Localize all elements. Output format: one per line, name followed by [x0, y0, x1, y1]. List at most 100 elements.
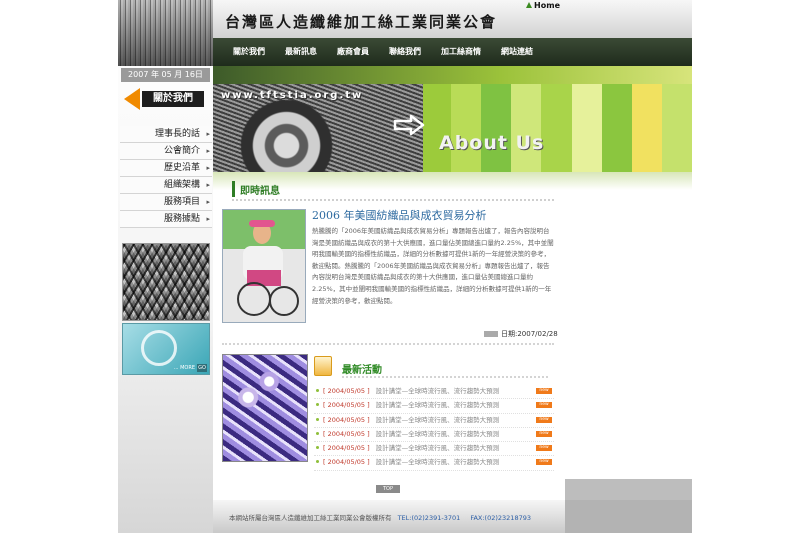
home-link-label: Home: [534, 1, 560, 10]
more-chip-icon[interactable]: [484, 331, 498, 337]
left-column: 2007 年 05 月 16日 關於我們 理事長的話 ▸ 公會簡介 ▸ 歷史沿革 ▸ …: [118, 0, 213, 533]
banner-title: About Us: [439, 132, 545, 154]
sidebar-item-label: 理事長的話: [154, 129, 200, 139]
bullet-icon: [316, 403, 319, 407]
banner-stripe: [451, 84, 482, 172]
banner-url: www.tftstia.org.tw: [221, 90, 364, 101]
footer-fax: FAX:(02)23218793: [470, 514, 531, 522]
home-link[interactable]: Home: [526, 1, 560, 10]
site-title: 台灣區人造纖維加工絲工業同業公會: [225, 13, 498, 31]
footer-shadow: [565, 500, 692, 533]
banner-stripe: [421, 84, 452, 172]
nav-links[interactable]: 網站連結: [491, 38, 543, 66]
fiber-tubes-photo: [222, 354, 308, 462]
events-section-header: 最新活動: [314, 354, 554, 380]
sidebar-item-label: 服務據點: [163, 214, 200, 224]
event-title[interactable]: 設計講堂—全球時流行風、流行趨勢大預測: [376, 430, 500, 438]
bullet-icon: [316, 446, 319, 450]
event-date: [ 2004/05/05 ]: [323, 429, 370, 438]
list-item[interactable]: [ 2004/05/05 ] 設計講堂—全球時流行風、流行趨勢大預測 new: [314, 385, 554, 400]
sidebar-item-label: 公會簡介: [163, 146, 200, 156]
sidebar-menu: 理事長的話 ▸ 公會簡介 ▸ 歷史沿革 ▸ 組織架構 ▸ 服務項目 ▸ 服務據點 ▸: [120, 126, 212, 228]
list-item[interactable]: [ 2004/05/05 ] 設計講堂—全球時流行風、流行趨勢大預測 new: [314, 442, 554, 457]
banner-stripe: [541, 84, 572, 172]
new-badge: new: [536, 430, 552, 437]
footer-tel: TEL:(02)2391-3701: [397, 514, 461, 522]
list-item[interactable]: [ 2004/05/05 ] 設計講堂—全球時流行風、流行趨勢大預測 new: [314, 428, 554, 443]
loom-photo: [118, 0, 213, 66]
pen-icon: [141, 330, 177, 366]
article-body: 熱騰騰的「2006年美國紡織品與成衣貿易分析」專題報告出爐了，報告內容說明台灣是…: [312, 227, 554, 305]
new-badge: new: [536, 402, 552, 409]
about-us-badge: 關於我們: [122, 86, 208, 112]
event-title[interactable]: 設計講堂—全球時流行風、流行趨勢大預測: [376, 444, 500, 452]
chevron-right-icon: ▸: [206, 215, 210, 223]
sidebar-item-locations[interactable]: 服務據點 ▸: [120, 211, 212, 228]
news-section-title: 即時訊息: [240, 186, 280, 197]
banner-stripes: [421, 84, 692, 172]
chevron-right-icon: ▸: [206, 164, 210, 172]
site-header: 台灣區人造纖維加工絲工業同業公會 Home: [213, 0, 692, 38]
new-badge: new: [536, 445, 552, 452]
banner-stripe: [481, 84, 512, 172]
main-nav: 關於我們 最新訊息 廠商會員 聯絡我們 加工絲商情 網站連結: [213, 38, 692, 66]
cyclist-photo: [222, 209, 306, 323]
bullet-icon: [316, 431, 319, 435]
banner-stripe: [511, 84, 542, 172]
nav-members[interactable]: 廠商會員: [327, 38, 379, 66]
article-title[interactable]: 2006 年美國紡織品與成衣貿易分析: [312, 207, 487, 223]
event-date: [ 2004/05/05 ]: [323, 458, 370, 467]
promo-more-text: ... MORE: [173, 365, 195, 371]
sidebar-item-services[interactable]: 服務項目 ▸: [120, 194, 212, 211]
list-item[interactable]: [ 2004/05/05 ] 設計講堂—全球時流行風、流行趨勢大預測 new: [314, 456, 554, 471]
sidebar-item-label: 服務項目: [163, 197, 200, 207]
event-date: [ 2004/05/05 ]: [323, 401, 370, 410]
banner-stripe: [601, 84, 632, 172]
footer-text: 本網站所屬台灣區人造纖維加工絲工業同業公會版權所有 TEL:(02)2391-3…: [229, 512, 531, 522]
event-date: [ 2004/05/05 ]: [323, 387, 370, 395]
new-badge: new: [536, 416, 552, 423]
article-date-label: 日期:2007/02/28: [501, 330, 558, 338]
about-us-banner: www.tftstia.org.tw About Us: [213, 84, 692, 172]
sidebar-item-organization[interactable]: 組織架構 ▸: [120, 177, 212, 194]
event-date: [ 2004/05/05 ]: [323, 415, 370, 424]
chevron-right-icon: ▸: [206, 198, 210, 206]
nav-market-info[interactable]: 加工絲商情: [431, 38, 491, 66]
banner-stripe: [661, 84, 692, 172]
bullet-icon: [316, 460, 319, 464]
nav-latest-news[interactable]: 最新訊息: [275, 38, 327, 66]
footer-shadow: [565, 479, 692, 500]
list-item[interactable]: [ 2004/05/05 ] 設計講堂—全球時流行風、流行趨勢大預測 new: [314, 414, 554, 428]
section-divider: [342, 376, 548, 378]
chevron-right-icon: ▸: [206, 130, 210, 138]
nav-contact-us[interactable]: 聯絡我們: [379, 38, 431, 66]
nav-about-us[interactable]: 關於我們: [223, 38, 275, 66]
page-frame: 2007 年 05 月 16日 關於我們 理事長的話 ▸ 公會簡介 ▸ 歷史沿革 ▸ …: [118, 0, 692, 533]
list-item[interactable]: [ 2004/05/05 ] 設計講堂—全球時流行風、流行趨勢大預測 new: [314, 399, 554, 414]
sidebar-item-intro[interactable]: 公會簡介 ▸: [120, 143, 212, 160]
promo-banner[interactable]: ... MORE GO: [122, 323, 210, 375]
notepad-icon: [314, 356, 332, 376]
article-date: 日期:2007/02/28: [484, 329, 558, 339]
arrow-right-icon: [393, 114, 425, 136]
banner-stripe: [631, 84, 662, 172]
events-section-title: 最新活動: [342, 365, 382, 376]
event-title[interactable]: 設計講堂—全球時流行風、流行趨勢大預測: [376, 416, 500, 424]
new-badge: new: [536, 459, 552, 466]
footer-copyright: 本網站所屬台灣區人造纖維加工絲工業同業公會版權所有: [229, 514, 392, 522]
event-title[interactable]: 設計講堂—全球時流行風、流行趨勢大預測: [376, 458, 500, 466]
chevron-right-icon: ▸: [206, 147, 210, 155]
event-date: [ 2004/05/05 ]: [323, 444, 370, 453]
banner-stripe: [571, 84, 602, 172]
promo-go-button[interactable]: GO: [197, 364, 207, 372]
back-to-top-button[interactable]: TOP: [376, 485, 400, 493]
knit-fabric-photo: [122, 243, 210, 321]
sidebar-item-chairman[interactable]: 理事長的話 ▸: [120, 126, 212, 143]
sidebar-item-history[interactable]: 歷史沿革 ▸: [120, 160, 212, 177]
event-title[interactable]: 設計講堂—全球時流行風、流行趨勢大預測: [376, 401, 500, 409]
event-title[interactable]: 設計講堂—全球時流行風、流行趨勢大預測: [376, 387, 500, 395]
new-badge: new: [536, 388, 552, 394]
chevron-right-icon: ▸: [206, 181, 210, 189]
nav-accent-strip: [213, 66, 692, 84]
sidebar-item-label: 組織架構: [163, 180, 200, 190]
